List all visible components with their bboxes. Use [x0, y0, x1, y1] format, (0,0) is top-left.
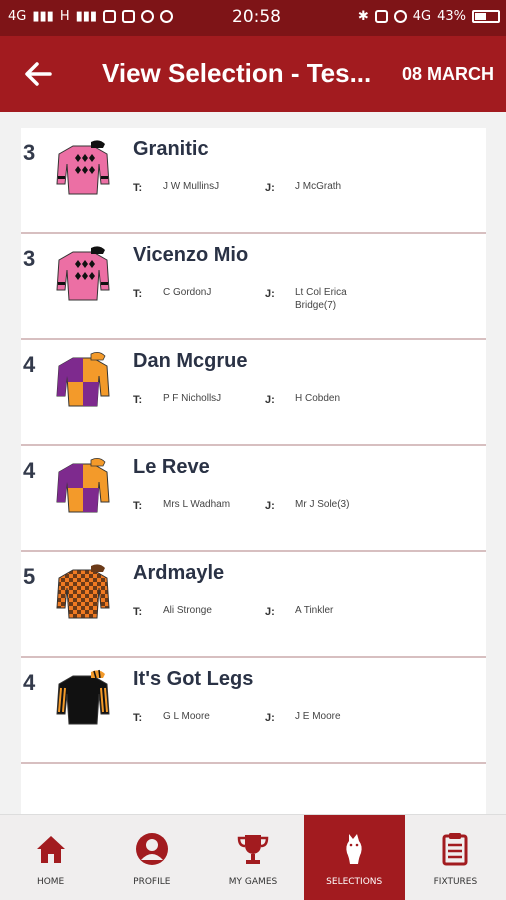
- nav-my-games[interactable]: MY GAMES: [202, 815, 303, 900]
- list-item[interactable]: 3 Granitic T: J W MullinsJ J: J McGrath: [21, 128, 486, 234]
- list-item[interactable]: 5 Ardmayle T: Ali Stronge J: A Tinkler: [21, 552, 486, 658]
- jockey-name: J McGrath: [295, 181, 342, 192]
- silks-pink-diamonds-icon: [56, 140, 110, 195]
- jockey-label: J:: [265, 606, 275, 618]
- date-label: 08 MARCH: [401, 64, 494, 84]
- trainer-name: Ali Stronge: [163, 605, 212, 616]
- nav-fixtures[interactable]: FIXTURES: [405, 815, 506, 900]
- horse-name: It's Got Legs: [133, 668, 254, 690]
- nav-home[interactable]: HOME: [0, 815, 101, 900]
- list-item[interactable]: 4 It's Got Legs T: G L Moore J: J E Moor…: [21, 658, 486, 764]
- silks-black-orange-icon: [56, 669, 110, 725]
- profile-icon: [135, 833, 168, 865]
- bluetooth-icon: ✱: [357, 9, 369, 24]
- horse-name: Ardmayle: [133, 562, 225, 584]
- nav-selections-label: SELECTIONS: [326, 877, 383, 887]
- signal-icon: ▮▮▮: [75, 9, 98, 24]
- jockey-label: J:: [265, 182, 275, 194]
- check-icon: [141, 10, 155, 23]
- trainer-label: T:: [133, 182, 143, 194]
- signal-icon: ▮▮▮: [32, 9, 54, 24]
- network-left-label: 4G: [8, 9, 27, 24]
- list-item[interactable]: 3 Vicenzo Mio T: C GordonJ J: Lt Col Eri…: [21, 234, 486, 340]
- alarm-icon: [393, 10, 407, 23]
- list-item[interactable]: 4 Dan Mcgrue T: P F NichollsJ J: H Cobde…: [21, 340, 486, 446]
- network-mid-label: H: [59, 9, 70, 24]
- trainer-label: T:: [133, 500, 143, 512]
- trainer-label: T:: [133, 288, 143, 300]
- status-right: ✱ 4G 43%: [358, 9, 500, 24]
- bottom-nav: HOME PROFILE MY GAMES SELECTIONS FIXTURE…: [0, 814, 506, 900]
- silks-pink-diamonds-icon: [56, 246, 110, 301]
- battery-percent: 43%: [437, 9, 466, 24]
- trainer-name: Mrs L Wadham: [163, 499, 231, 510]
- selection-number: 3: [23, 140, 36, 165]
- jockey-label: J:: [265, 394, 275, 406]
- silks-orange-purple-icon: [56, 458, 110, 513]
- notification-icon: [122, 10, 136, 23]
- status-time: 20:58: [232, 7, 281, 27]
- jockey-name: A Tinkler: [295, 605, 334, 616]
- silks-orange-check-icon: [56, 564, 110, 619]
- selection-number: 4: [23, 458, 36, 483]
- trainer-name: J W MullinsJ: [163, 181, 220, 192]
- network-right-label: 4G: [412, 9, 432, 24]
- clipboard-icon: [442, 833, 468, 866]
- horse-name: Le Reve: [133, 456, 210, 478]
- selection-number: 3: [23, 246, 36, 271]
- horse-icon: [346, 834, 362, 864]
- selection-list: 3 Granitic T: J W MullinsJ J: J McGrath …: [21, 128, 486, 814]
- page-title: View Selection - Tes...: [102, 58, 372, 88]
- back-arrow-icon[interactable]: [20, 56, 56, 92]
- status-bar: 4G ▮▮▮ H ▮▮▮ 20:58 ✱ 4G 43%: [0, 0, 506, 36]
- horse-name: Vicenzo Mio: [133, 244, 249, 266]
- nav-profile-label: PROFILE: [133, 877, 171, 887]
- selection-number: 4: [23, 670, 36, 695]
- trainer-label: T:: [133, 712, 143, 724]
- horse-name: Granitic: [133, 138, 209, 160]
- jockey-name: Lt Col Erica Bridge(7): [295, 287, 347, 311]
- notification-icon: [103, 10, 117, 23]
- list-item[interactable]: 4 Le Reve T: Mrs L Wadham J: Mr J Sole(3…: [21, 446, 486, 552]
- jockey-name: H Cobden: [295, 393, 341, 404]
- trainer-label: T:: [133, 394, 143, 406]
- jockey-name: J E Moore: [295, 711, 341, 722]
- battery-icon: [472, 10, 500, 23]
- nav-home-label: HOME: [36, 877, 65, 887]
- status-left: 4G ▮▮▮ H ▮▮▮: [8, 9, 174, 24]
- browser-icon: [160, 10, 174, 23]
- horse-name: Dan Mcgrue: [133, 350, 248, 372]
- jockey-name: Mr J Sole(3): [295, 499, 350, 510]
- trainer-name: P F NichollsJ: [163, 393, 222, 404]
- selection-number: 5: [23, 564, 36, 589]
- nav-selections[interactable]: SELECTIONS: [303, 815, 405, 900]
- jockey-label: J:: [265, 500, 275, 512]
- jockey-label: J:: [265, 712, 275, 724]
- trainer-name: G L Moore: [163, 711, 210, 722]
- vibrate-icon: [374, 10, 388, 23]
- nav-fixtures-label: FIXTURES: [433, 877, 478, 887]
- app-bar: View Selection - Tes... 08 MARCH: [0, 36, 506, 112]
- selection-number: 4: [23, 352, 36, 377]
- trainer-name: C GordonJ: [163, 287, 212, 298]
- silks-orange-purple-icon: [56, 352, 110, 407]
- nav-profile[interactable]: PROFILE: [101, 815, 202, 900]
- home-icon: [36, 836, 65, 863]
- trophy-icon: [237, 835, 269, 864]
- nav-my-games-label: MY GAMES: [228, 877, 278, 887]
- jockey-label: J:: [265, 288, 275, 300]
- trainer-label: T:: [133, 606, 143, 618]
